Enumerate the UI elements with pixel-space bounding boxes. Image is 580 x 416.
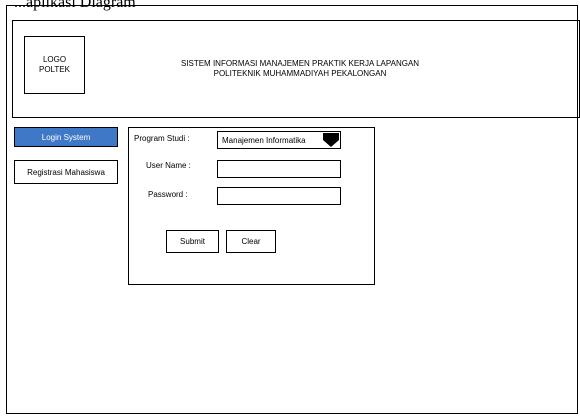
submit-button-label: Submit xyxy=(180,237,205,246)
program-studi-select[interactable]: Manajemen Informatika xyxy=(217,131,341,149)
clear-button[interactable]: Clear xyxy=(226,230,276,253)
login-form-panel xyxy=(128,127,375,285)
app-title: SISTEM INFORMASI MANAJEMEN PRAKTIK KERJA… xyxy=(100,59,500,79)
program-studi-label: Program Studi : xyxy=(134,134,190,143)
sidebar-item-label: Registrasi Mahasiswa xyxy=(27,167,105,177)
logo: LOGO POLTEK xyxy=(24,36,85,94)
sidebar-item-registrasi-mahasiswa[interactable]: Registrasi Mahasiswa xyxy=(14,160,118,184)
app-title-line-1: SISTEM INFORMASI MANAJEMEN PRAKTIK KERJA… xyxy=(180,59,420,68)
logo-line-2: POLTEK xyxy=(39,65,70,74)
submit-button[interactable]: Submit xyxy=(166,230,219,253)
chevron-down-icon[interactable] xyxy=(322,132,340,148)
username-field[interactable] xyxy=(217,160,341,178)
logo-line-1: LOGO xyxy=(42,55,67,64)
password-label: Password : xyxy=(148,190,188,199)
username-label: User Name : xyxy=(146,161,191,170)
sidebar-item-login-system[interactable]: Login System xyxy=(14,127,118,147)
password-field[interactable] xyxy=(217,187,341,205)
sidebar-item-label: Login System xyxy=(41,132,91,142)
program-studi-value: Manajemen Informatika xyxy=(222,135,306,145)
clear-button-label: Clear xyxy=(241,237,261,246)
app-title-line-2: POLITEKNIK MUHAMMADIYAH PEKALONGAN xyxy=(213,69,387,78)
